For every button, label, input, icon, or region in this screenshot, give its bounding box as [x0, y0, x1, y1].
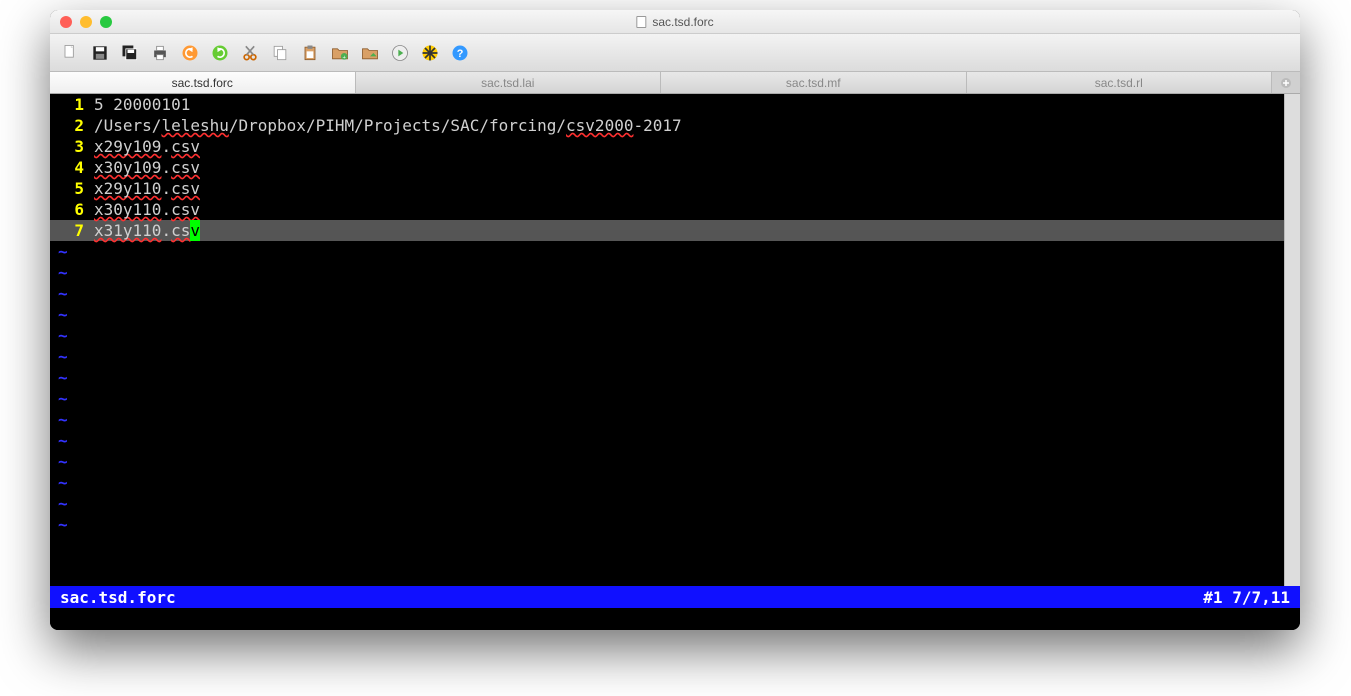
editor-area[interactable]: 15 200001012/Users/leleshu/Dropbox/PIHM/…	[50, 94, 1300, 586]
command-line[interactable]	[50, 608, 1300, 630]
new-file-icon	[60, 43, 80, 63]
build-button[interactable]	[418, 41, 442, 65]
tab-label: sac.tsd.forc	[172, 76, 233, 90]
save-icon	[90, 43, 110, 63]
paste-icon	[300, 43, 320, 63]
traffic-lights	[50, 16, 112, 28]
save-button[interactable]	[88, 41, 112, 65]
editor-line[interactable]: 4x30y109.csv	[50, 157, 1300, 178]
undo-icon	[180, 43, 200, 63]
window-title-text: sac.tsd.forc	[652, 15, 713, 29]
empty-line: ~	[50, 325, 1300, 346]
save-all-button[interactable]	[118, 41, 142, 65]
empty-line: ~	[50, 388, 1300, 409]
tab-label: sac.tsd.rl	[1095, 76, 1143, 90]
copy-button[interactable]	[268, 41, 292, 65]
line-number: 6	[50, 199, 94, 220]
empty-line: ~	[50, 472, 1300, 493]
folder-open-icon: +	[330, 43, 350, 63]
line-text: x31y110.csv	[94, 220, 200, 241]
build-icon	[420, 43, 440, 63]
empty-line: ~	[50, 304, 1300, 325]
folder-new-button[interactable]	[358, 41, 382, 65]
line-number: 2	[50, 115, 94, 136]
document-icon	[636, 16, 646, 28]
folder-new-icon	[360, 43, 380, 63]
empty-line: ~	[50, 409, 1300, 430]
scrollbar[interactable]	[1284, 94, 1300, 586]
tab-sac-tsd-rl[interactable]: sac.tsd.rl	[967, 72, 1273, 93]
svg-text:?: ?	[457, 48, 464, 60]
line-number: 7	[50, 220, 94, 241]
titlebar: sac.tsd.forc	[50, 10, 1300, 34]
empty-line: ~	[50, 451, 1300, 472]
help-icon: ?	[450, 43, 470, 63]
help-button[interactable]: ?	[448, 41, 472, 65]
save-all-icon	[120, 43, 140, 63]
new-file-button[interactable]	[58, 41, 82, 65]
editor-line[interactable]: 2/Users/leleshu/Dropbox/PIHM/Projects/SA…	[50, 115, 1300, 136]
empty-line: ~	[50, 367, 1300, 388]
print-button[interactable]	[148, 41, 172, 65]
print-icon	[150, 43, 170, 63]
line-text: /Users/leleshu/Dropbox/PIHM/Projects/SAC…	[94, 115, 682, 136]
line-number: 3	[50, 136, 94, 157]
cut-icon	[240, 43, 260, 63]
empty-line: ~	[50, 262, 1300, 283]
line-text: x30y110.csv	[94, 199, 200, 220]
plus-icon	[1280, 77, 1292, 89]
empty-line: ~	[50, 283, 1300, 304]
run-button[interactable]	[388, 41, 412, 65]
editor-line[interactable]: 3x29y109.csv	[50, 136, 1300, 157]
empty-line: ~	[50, 430, 1300, 451]
tab-label: sac.tsd.mf	[786, 76, 841, 90]
editor-line[interactable]: 5x29y110.csv	[50, 178, 1300, 199]
tab-sac-tsd-lai[interactable]: sac.tsd.lai	[356, 72, 662, 93]
cut-button[interactable]	[238, 41, 262, 65]
editor-window: sac.tsd.forc +	[50, 10, 1300, 630]
close-icon[interactable]	[60, 16, 72, 28]
editor-line[interactable]: 6x30y110.csv	[50, 199, 1300, 220]
minimize-icon[interactable]	[80, 16, 92, 28]
folder-open-button[interactable]: +	[328, 41, 352, 65]
redo-icon	[210, 43, 230, 63]
line-number: 5	[50, 178, 94, 199]
tab-label: sac.tsd.lai	[481, 76, 534, 90]
empty-line: ~	[50, 241, 1300, 262]
editor-line[interactable]: 7x31y110.csv	[50, 220, 1300, 241]
tab-bar: sac.tsd.forc sac.tsd.lai sac.tsd.mf sac.…	[50, 72, 1300, 94]
undo-button[interactable]	[178, 41, 202, 65]
editor-line[interactable]: 15 20000101	[50, 94, 1300, 115]
tab-sac-tsd-forc[interactable]: sac.tsd.forc	[50, 72, 356, 93]
line-number: 1	[50, 94, 94, 115]
toolbar: + ?	[50, 34, 1300, 72]
redo-button[interactable]	[208, 41, 232, 65]
svg-text:+: +	[342, 54, 346, 60]
line-text: 5 20000101	[94, 94, 190, 115]
line-text: x30y109.csv	[94, 157, 200, 178]
status-filename: sac.tsd.forc	[60, 588, 176, 607]
line-number: 4	[50, 157, 94, 178]
tab-add-button[interactable]	[1272, 72, 1300, 93]
copy-icon	[270, 43, 290, 63]
tab-sac-tsd-mf[interactable]: sac.tsd.mf	[661, 72, 967, 93]
window-title: sac.tsd.forc	[636, 15, 713, 29]
status-bar: sac.tsd.forc #1 7/7,11	[50, 586, 1300, 608]
run-icon	[390, 43, 410, 63]
line-text: x29y109.csv	[94, 136, 200, 157]
empty-line: ~	[50, 514, 1300, 535]
zoom-icon[interactable]	[100, 16, 112, 28]
empty-line: ~	[50, 346, 1300, 367]
paste-button[interactable]	[298, 41, 322, 65]
line-text: x29y110.csv	[94, 178, 200, 199]
status-position: #1 7/7,11	[1203, 588, 1290, 607]
empty-line: ~	[50, 493, 1300, 514]
